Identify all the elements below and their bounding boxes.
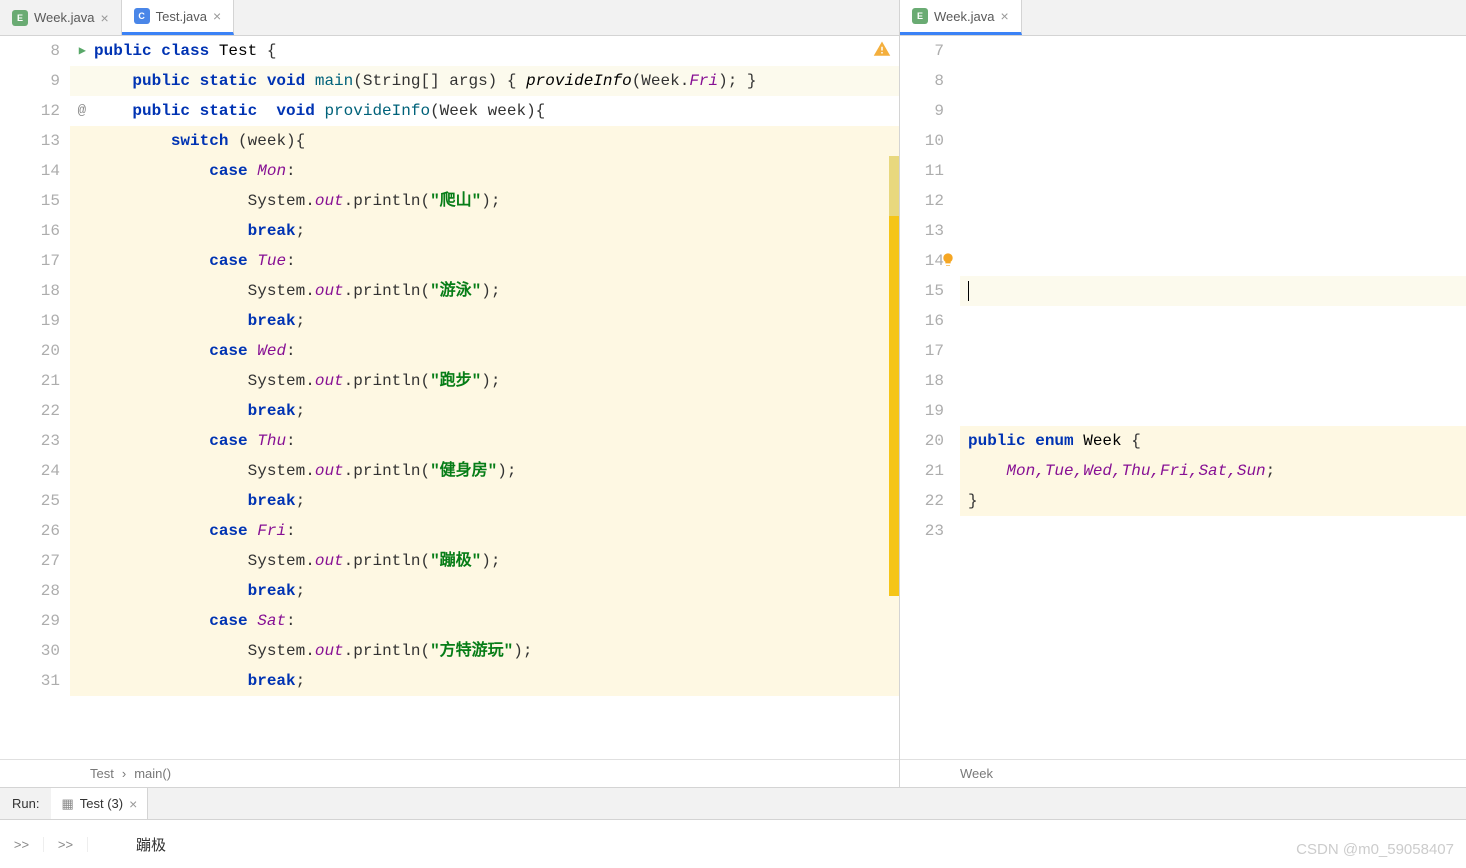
- breadcrumb-class[interactable]: Week: [960, 766, 993, 781]
- tab-week-java-right[interactable]: E Week.java ×: [900, 0, 1022, 35]
- right-tabs: E Week.java ×: [900, 0, 1466, 36]
- run-tab[interactable]: ▦ Test (3) ×: [51, 788, 148, 819]
- tab-week-java[interactable]: E Week.java ×: [0, 0, 122, 35]
- breadcrumb-method[interactable]: main(): [134, 766, 171, 781]
- tab-label: Test.java: [156, 9, 207, 24]
- intention-bulb-icon[interactable]: [940, 252, 956, 268]
- run-controls-expand[interactable]: >>: [0, 837, 44, 852]
- breadcrumb-class[interactable]: Test: [90, 766, 114, 781]
- tab-label: Week.java: [34, 10, 94, 25]
- console-output[interactable]: 蹦极: [88, 834, 166, 855]
- breadcrumb-right[interactable]: Week: [900, 759, 1466, 787]
- enum-file-icon: E: [12, 10, 28, 26]
- chevron-right-icon: ›: [122, 766, 126, 781]
- line-gutter: 8▶ 9▶ 12@ 13 14 15 16 17 18 19 20 21 22 …: [0, 36, 70, 759]
- run-config-icon: ▦: [61, 796, 73, 812]
- breadcrumb-left[interactable]: Test › main(): [0, 759, 899, 787]
- code-content[interactable]: public class Test { public static void m…: [70, 36, 899, 759]
- enum-file-icon: E: [912, 8, 928, 24]
- close-icon[interactable]: ×: [129, 796, 137, 812]
- code-content[interactable]: public enum Week { Mon,Tue,Wed,Thu,Fri,S…: [960, 36, 1466, 759]
- close-icon[interactable]: ×: [1000, 8, 1008, 24]
- run-tab-label: Test (3): [80, 796, 123, 811]
- class-file-icon: C: [134, 8, 150, 24]
- close-icon[interactable]: ×: [100, 10, 108, 26]
- watermark: CSDN @m0_59058407: [1296, 841, 1454, 858]
- left-tabs: E Week.java × C Test.java ×: [0, 0, 899, 36]
- error-stripe[interactable]: [887, 36, 899, 759]
- line-gutter: 7 8 9 10 11 12 13 14 15 16 17 18 19 20 2…: [900, 36, 960, 759]
- tab-test-java[interactable]: C Test.java ×: [122, 0, 235, 35]
- tab-label: Week.java: [934, 9, 994, 24]
- run-label: Run:: [12, 796, 39, 811]
- right-editor[interactable]: 7 8 9 10 11 12 13 14 15 16 17 18 19 20 2…: [900, 36, 1466, 759]
- run-controls-expand2[interactable]: >>: [44, 837, 88, 852]
- left-editor[interactable]: 8▶ 9▶ 12@ 13 14 15 16 17 18 19 20 21 22 …: [0, 36, 899, 759]
- text-caret: [968, 281, 969, 301]
- run-panel: Run: ▦ Test (3) × >> >> 蹦极: [0, 787, 1466, 868]
- close-icon[interactable]: ×: [213, 8, 221, 24]
